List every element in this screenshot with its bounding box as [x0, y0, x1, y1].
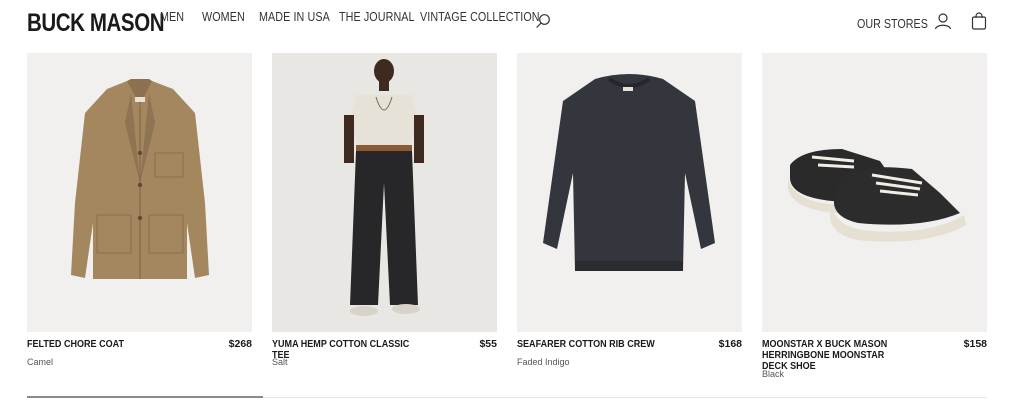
nav-item-vintage-collection[interactable]: VINTAGE COLLECTION [420, 10, 540, 24]
product-card[interactable]: MOONSTAR X BUCK MASON HERRINGBONE MOONST… [762, 53, 987, 379]
product-color: Camel [27, 357, 54, 367]
search-icon[interactable] [535, 13, 551, 29]
product-color: Faded Indigo [517, 357, 570, 367]
deck-shoe-image [788, 149, 966, 242]
nav-item-women[interactable]: WOMEN [202, 10, 245, 24]
product-name[interactable]: FELTED CHORE COAT [27, 339, 173, 350]
account-icon[interactable] [934, 12, 952, 30]
product-card[interactable]: SEAFARER COTTON RIB CREW $168 Faded Indi… [517, 53, 742, 367]
nav-item-made-in-usa[interactable]: MADE IN USA [259, 10, 330, 24]
product-price: $55 [479, 338, 497, 350]
nav-item-the-journal[interactable]: THE JOURNAL [339, 10, 415, 24]
tee-model-image [344, 59, 424, 316]
carousel-scrollbar-thumb[interactable] [27, 396, 263, 398]
product-name[interactable]: MOONSTAR X BUCK MASON HERRINGBONE MOONST… [762, 339, 908, 372]
product-price: $168 [718, 338, 742, 350]
product-image[interactable] [27, 53, 252, 332]
brand-logo[interactable]: BUCK MASON [27, 9, 165, 37]
nav-item-men[interactable]: MEN [160, 10, 184, 24]
product-color: Black [762, 369, 785, 379]
our-stores-link[interactable]: OUR STORES [857, 17, 928, 31]
bag-icon[interactable] [971, 12, 987, 30]
product-name[interactable]: YUMA HEMP COTTON CLASSIC TEE [272, 339, 418, 361]
product-card[interactable]: YUMA HEMP COTTON CLASSIC TEE $55 Salt [272, 53, 497, 367]
product-grid: FELTED CHORE COAT $268 Camel YUMA HEMP C… [27, 53, 987, 383]
product-image[interactable] [517, 53, 742, 332]
chore-coat-image [71, 79, 209, 279]
product-name[interactable]: SEAFARER COTTON RIB CREW [517, 339, 663, 350]
product-price: $268 [228, 338, 252, 350]
rib-crew-image [543, 74, 715, 271]
product-image[interactable] [762, 53, 987, 332]
product-card[interactable]: FELTED CHORE COAT $268 Camel [27, 53, 252, 367]
product-color: Salt [272, 357, 288, 367]
product-image[interactable] [272, 53, 497, 332]
product-price: $158 [963, 338, 987, 350]
site-header: BUCK MASON MEN WOMEN MADE IN USA THE JOU… [0, 0, 1024, 48]
